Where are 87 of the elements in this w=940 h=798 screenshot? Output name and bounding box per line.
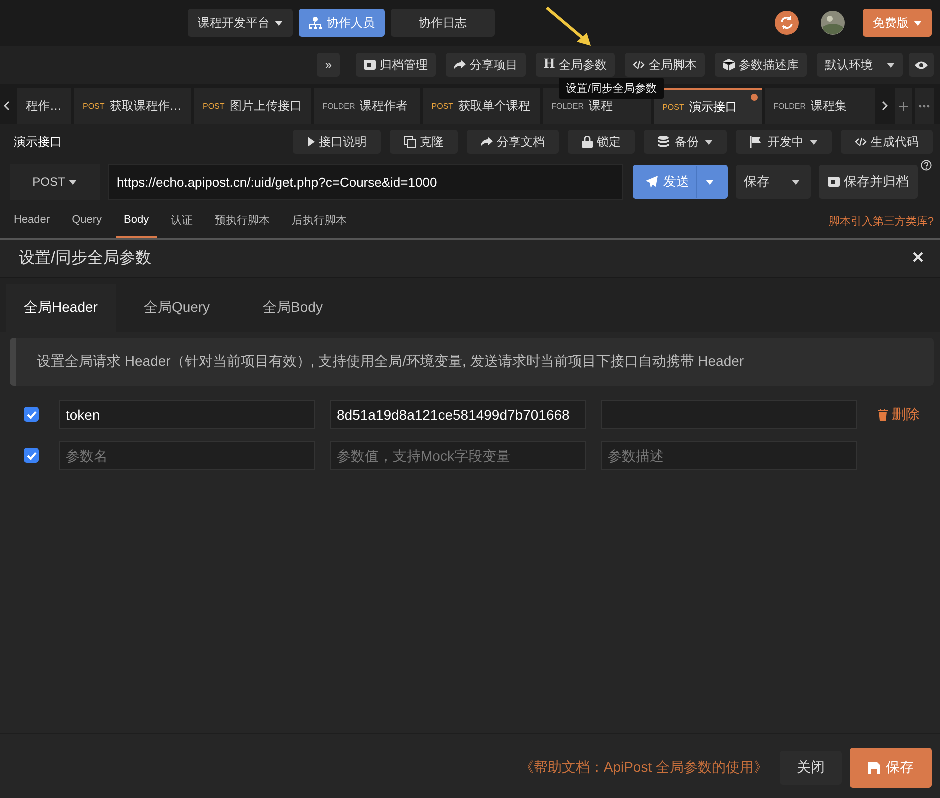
dialog-tab[interactable]: 全局Body — [238, 284, 348, 332]
share-icon — [454, 59, 466, 71]
copy-icon — [404, 136, 416, 148]
dialog-title: 设置/同步全局参数 — [19, 248, 152, 269]
toolbar-button[interactable]: H 全局参数 — [536, 53, 615, 77]
caret-icon — [810, 140, 818, 144]
more-icon — [919, 104, 930, 108]
checkbox[interactable] — [24, 407, 39, 422]
eye-icon — [915, 60, 928, 70]
method-dropdown[interactable]: POST — [10, 164, 100, 200]
share-icon — [481, 136, 493, 148]
caret-icon — [69, 180, 78, 184]
action-button[interactable]: 生成代码 — [841, 130, 933, 154]
script-library-link[interactable]: 脚本引入第三方类库? — [828, 214, 934, 228]
environment-dropdown[interactable]: 默认环境 — [817, 53, 903, 77]
archive-icon — [364, 59, 376, 71]
log-button[interactable]: 协作日志 — [391, 9, 495, 37]
section-tab[interactable]: Body — [116, 204, 158, 238]
section-tab[interactable]: Query — [64, 204, 110, 238]
database-icon — [658, 136, 669, 148]
expand-button[interactable]: » — [317, 53, 340, 77]
caret-icon — [275, 20, 283, 26]
code-icon — [855, 136, 867, 148]
action-button[interactable]: 开发中 — [736, 130, 832, 154]
project-dropdown[interactable]: 课程开发平台 — [188, 9, 293, 37]
close-button[interactable]: × — [912, 247, 924, 270]
header-icon: H — [544, 57, 555, 73]
dialog-tab[interactable]: 全局Header — [6, 284, 116, 332]
tooltip: 设置/同步全局参数 — [559, 78, 664, 99]
toolbar-button[interactable]: 参数描述库 — [715, 53, 807, 77]
plus-icon — [898, 102, 908, 110]
sync-icon[interactable] — [775, 11, 799, 35]
eye-button[interactable] — [909, 53, 934, 77]
request-name: 演示接口 — [14, 134, 63, 150]
action-button[interactable]: 备份 — [644, 130, 727, 154]
archive-icon — [828, 176, 840, 188]
description-field[interactable]: 参数描述 — [601, 441, 857, 470]
add-tab-button[interactable] — [894, 88, 912, 124]
lock-icon — [582, 136, 593, 148]
check-icon — [26, 452, 36, 460]
value-field[interactable]: 8d51a19d8a121ce581499d7b701668 — [330, 400, 586, 429]
toolbar-button[interactable]: 全局脚本 — [625, 53, 705, 77]
request-tab[interactable]: POST 图片上传接口 — [194, 88, 311, 124]
section-tab[interactable]: 后执行脚本 — [284, 204, 356, 238]
action-button[interactable]: 接口说明 — [293, 130, 381, 154]
url-field[interactable]: https://echo.apipost.cn/:uid/get.php?c=Course&id=1000 — [108, 164, 623, 200]
checkbox[interactable] — [24, 448, 39, 463]
request-tab[interactable]: POST 获取课程作… — [74, 88, 191, 124]
action-button[interactable]: 克隆 — [390, 130, 458, 154]
caret-icon — [792, 180, 800, 184]
delete-button[interactable]: 删除 — [878, 406, 920, 424]
help-icon[interactable] — [921, 160, 932, 171]
section-tab[interactable]: Header — [6, 204, 58, 238]
request-tab[interactable]: FOLDER 课程作者 — [314, 88, 420, 124]
section-tab[interactable]: 认证 — [163, 204, 202, 238]
action-button[interactable]: 分享文档 — [467, 130, 559, 154]
notice-text: 设置全局请求 Header（针对当前项目有效）, 支持使用全局/环境变量, 发送请求时当前项目下接口自动携带 Header — [10, 338, 934, 386]
request-tab[interactable]: FOLDER 课程集 — [764, 88, 875, 124]
caret-icon — [914, 20, 922, 26]
value-field[interactable]: 参数值，支持Mock字段变量 — [330, 441, 586, 470]
check-icon — [26, 410, 36, 418]
chevron-left-icon — [4, 101, 10, 111]
dialog-tab[interactable]: 全局Query — [122, 284, 232, 332]
toolbar-button[interactable]: 归档管理 — [356, 53, 436, 77]
trash-icon — [878, 408, 888, 420]
section-tab[interactable]: 预执行脚本 — [207, 204, 278, 238]
toolbar-button[interactable]: 分享项目 — [446, 53, 526, 77]
send-icon — [646, 176, 658, 188]
save-dropdown[interactable]: 保存 — [736, 165, 811, 199]
save-archive-button[interactable]: 保存并归档 — [819, 165, 918, 199]
cancel-button[interactable]: 关闭 — [780, 750, 842, 784]
request-tab[interactable]: POST 获取单个课程 — [422, 88, 540, 124]
people-icon — [309, 17, 322, 29]
key-field[interactable]: token — [59, 400, 315, 429]
action-button[interactable]: 锁定 — [568, 130, 635, 154]
caret-icon — [705, 140, 713, 144]
code-icon — [633, 59, 645, 71]
cube-icon — [723, 59, 735, 71]
play-icon — [307, 137, 315, 147]
flag-icon — [750, 136, 762, 148]
chevron-right-icon — [882, 101, 888, 111]
caret-icon — [887, 62, 895, 68]
help-link[interactable]: 《帮助文档：ApiPost 全局参数的使用》 — [520, 758, 768, 776]
save-icon — [868, 762, 880, 774]
request-tab[interactable]: 程作… — [17, 88, 71, 124]
caret-icon — [706, 180, 714, 184]
key-field[interactable]: 参数名 — [59, 441, 315, 470]
